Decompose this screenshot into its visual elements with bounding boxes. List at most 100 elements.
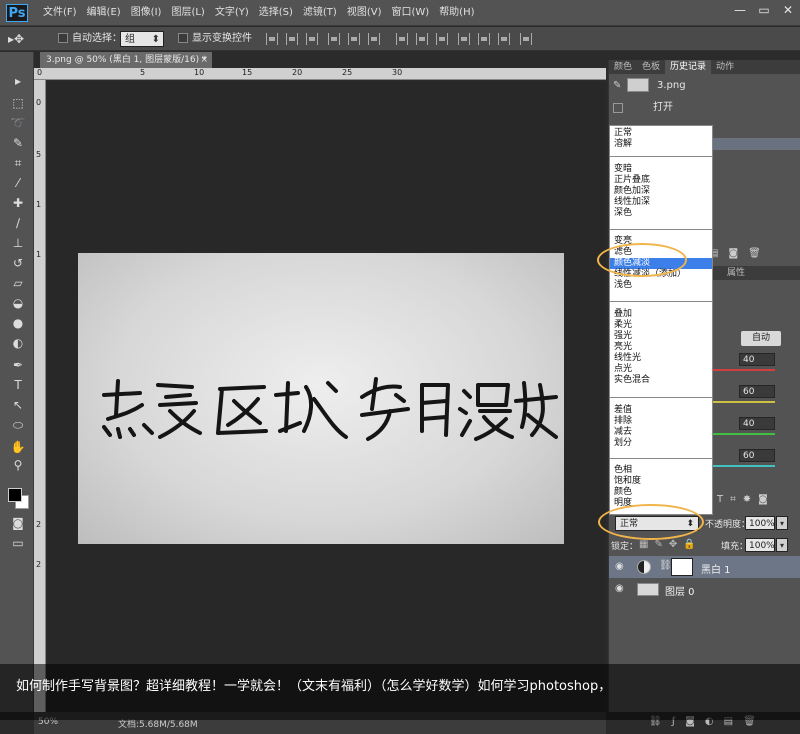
eraser-tool-icon[interactable]: ▱ xyxy=(9,274,27,292)
chain-link-icon[interactable]: ⛓ xyxy=(659,560,672,571)
greens-slider[interactable]: 40 xyxy=(713,417,777,437)
blend-option[interactable]: 浅色 xyxy=(610,280,712,291)
menu-type[interactable]: 文字(Y) xyxy=(210,0,254,26)
blend-option[interactable]: 点光 xyxy=(610,364,712,375)
slider-track[interactable] xyxy=(713,433,775,435)
show-transform-checkbox[interactable] xyxy=(178,31,188,47)
menu-view[interactable]: 视图(V) xyxy=(342,0,387,26)
history-step-open[interactable]: 打开 xyxy=(609,100,800,116)
cyans-slider[interactable]: 60 xyxy=(713,449,777,469)
minimize-button[interactable]: — xyxy=(728,0,752,20)
lock-options-icons[interactable]: ▦✎✥🔒 xyxy=(639,539,702,550)
move-tool-icon[interactable]: ▸ xyxy=(9,72,27,90)
blend-option[interactable]: 减去 xyxy=(610,427,712,438)
lasso-tool-icon[interactable]: ➰ xyxy=(9,114,27,132)
chevron-down-icon[interactable]: ▾ xyxy=(776,538,788,552)
slider-value[interactable]: 60 xyxy=(739,449,775,462)
tab-color[interactable]: 颜色 xyxy=(609,60,637,74)
align-bottom-icon[interactable] xyxy=(306,33,318,45)
quick-mask-icon[interactable]: ◙ xyxy=(9,514,27,532)
align-right-icon[interactable] xyxy=(368,33,380,45)
blend-option[interactable]: 线性光 xyxy=(610,353,712,364)
blend-option[interactable]: 变暗 xyxy=(610,164,712,175)
blur-tool-icon[interactable]: ● xyxy=(9,314,27,332)
dodge-tool-icon[interactable]: ◐ xyxy=(9,334,27,352)
tab-actions[interactable]: 动作 xyxy=(711,60,739,74)
layer-row-bw1[interactable]: ◉ ⛓ 黑白 1 xyxy=(609,556,800,578)
auto-select-dropdown[interactable]: 组 ⬍ xyxy=(120,31,164,47)
blend-mode-dropdown-list[interactable]: 正常 溶解 变暗 正片叠底 颜色加深 线性加深 深色 变亮 滤色 颜色减淡 线性… xyxy=(609,125,713,515)
eye-icon[interactable]: ◉ xyxy=(615,561,624,572)
layer-mask-thumbnail[interactable] xyxy=(671,558,693,576)
slider-value[interactable]: 60 xyxy=(739,385,775,398)
blend-option[interactable]: 颜色 xyxy=(610,487,712,498)
blend-option[interactable]: 线性加深 xyxy=(610,197,712,208)
menu-filter[interactable]: 滤镜(T) xyxy=(298,0,342,26)
menu-file[interactable]: 文件(F) xyxy=(38,0,82,26)
auto-select-checkbox[interactable] xyxy=(58,31,68,47)
menu-layer[interactable]: 图层(L) xyxy=(166,0,209,26)
menu-help[interactable]: 帮助(H) xyxy=(434,0,479,26)
opacity-field[interactable]: 100% xyxy=(745,516,775,530)
blend-option[interactable]: 正片叠底 xyxy=(610,175,712,186)
move-tool-preset-icon[interactable]: ▸✥ xyxy=(8,31,24,47)
align-top-icon[interactable] xyxy=(266,33,278,45)
auto-button[interactable]: 自动 xyxy=(741,331,781,346)
clone-stamp-tool-icon[interactable]: ⊥ xyxy=(9,234,27,252)
snapshot-camera-icon[interactable]: ◙ xyxy=(728,248,738,262)
blend-option[interactable]: 正常 xyxy=(610,128,712,139)
auto-align-icon[interactable] xyxy=(520,33,532,45)
tab-properties[interactable]: 属性 xyxy=(727,268,745,278)
trash-icon[interactable]: 🗑 xyxy=(748,248,761,262)
blend-option[interactable]: 实色混合 xyxy=(610,375,712,386)
blend-option[interactable]: 划分 xyxy=(610,438,712,449)
distribute-right-icon[interactable] xyxy=(498,33,510,45)
screen-mode-icon[interactable]: ▭ xyxy=(9,534,27,552)
close-button[interactable]: ✕ xyxy=(776,0,800,20)
ellipse-tool-icon[interactable]: ⬭ xyxy=(9,416,27,434)
blend-option[interactable]: 排除 xyxy=(610,416,712,427)
path-selection-tool-icon[interactable]: ↖ xyxy=(9,396,27,414)
blend-option[interactable]: 饱和度 xyxy=(610,476,712,487)
fill-field[interactable]: 100% xyxy=(745,538,775,552)
menu-select[interactable]: 选择(S) xyxy=(254,0,298,26)
hand-tool-icon[interactable]: ✋ xyxy=(9,438,27,456)
blend-option[interactable]: 叠加 xyxy=(610,309,712,320)
blend-option[interactable]: 色相 xyxy=(610,465,712,476)
blend-option[interactable]: 柔光 xyxy=(610,320,712,331)
history-checkbox[interactable] xyxy=(613,103,623,113)
tab-swatches[interactable]: 色板 xyxy=(637,60,665,74)
distribute-vcenter-icon[interactable] xyxy=(416,33,428,45)
blend-option[interactable]: 差值 xyxy=(610,405,712,416)
eye-icon[interactable]: ◉ xyxy=(615,583,624,594)
distribute-bottom-icon[interactable] xyxy=(436,33,448,45)
blend-option[interactable]: 强光 xyxy=(610,331,712,342)
slider-value[interactable]: 40 xyxy=(739,353,775,366)
restore-button[interactable]: ▭ xyxy=(752,0,776,20)
marquee-tool-icon[interactable]: ⬚ xyxy=(9,94,27,112)
tab-history[interactable]: 历史记录 xyxy=(665,60,712,74)
blend-option[interactable]: 溶解 xyxy=(610,139,712,150)
chevron-down-icon[interactable]: ▾ xyxy=(776,516,788,530)
quick-select-tool-icon[interactable]: ✎ xyxy=(9,134,27,152)
blend-option[interactable]: 亮光 xyxy=(610,342,712,353)
foreground-color-swatch[interactable] xyxy=(8,488,22,502)
layer-row-layer0[interactable]: ◉ 图层 0 xyxy=(609,578,800,600)
crop-tool-icon[interactable]: ⌗ xyxy=(9,154,27,172)
align-hcenter-icon[interactable] xyxy=(348,33,360,45)
slider-track[interactable] xyxy=(713,465,775,467)
brush-tool-icon[interactable]: ∕ xyxy=(9,214,27,232)
blend-option[interactable]: 深色 xyxy=(610,208,712,219)
yellows-slider[interactable]: 60 xyxy=(713,385,777,405)
align-left-icon[interactable] xyxy=(328,33,340,45)
paint-bucket-tool-icon[interactable]: ◒ xyxy=(9,294,27,312)
align-vcenter-icon[interactable] xyxy=(286,33,298,45)
distribute-top-icon[interactable] xyxy=(396,33,408,45)
type-tool-icon[interactable]: T xyxy=(9,376,27,394)
slider-value[interactable]: 40 xyxy=(739,417,775,430)
zoom-tool-icon[interactable]: ⚲ xyxy=(9,456,27,474)
document-tab[interactable]: 3.png @ 50% (黑白 1, 图层蒙版/16) * × xyxy=(40,52,212,68)
eyedropper-tool-icon[interactable]: ⁄ xyxy=(9,174,27,192)
distribute-hcenter-icon[interactable] xyxy=(478,33,490,45)
reds-slider[interactable]: 40 xyxy=(713,353,777,373)
